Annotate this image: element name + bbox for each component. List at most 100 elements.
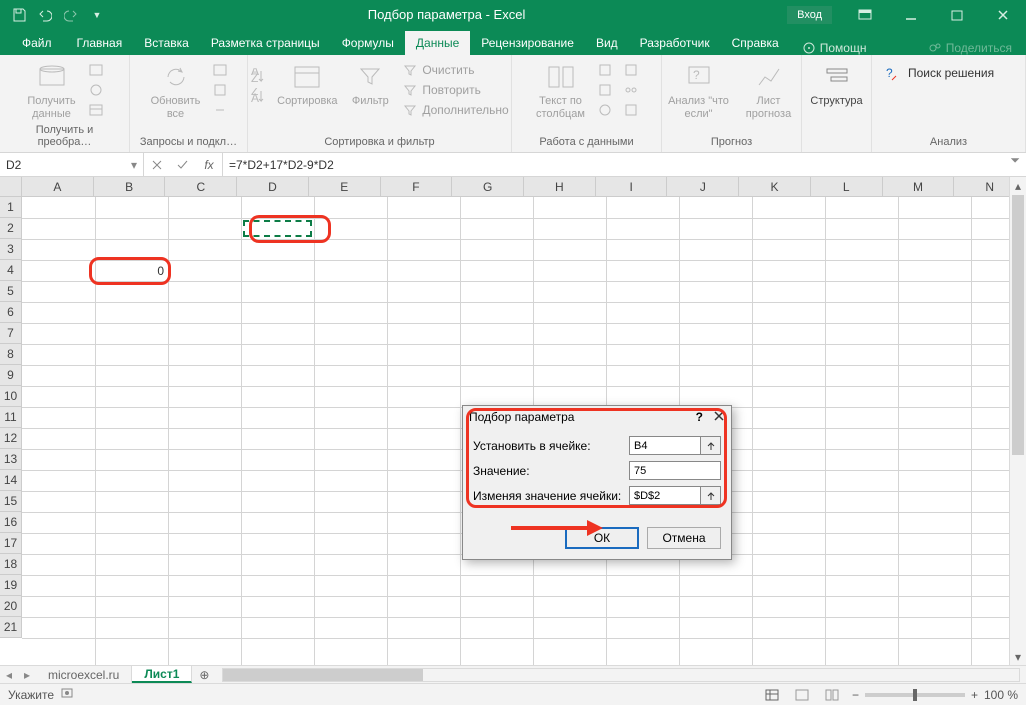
view-layout-icon[interactable]: [792, 687, 812, 703]
row-headers[interactable]: 123456789101112131415161718192021: [0, 197, 22, 638]
view-pagebreak-icon[interactable]: [822, 687, 842, 703]
whatif-button[interactable]: ?Анализ "что если": [665, 59, 733, 120]
relationships-icon[interactable]: [621, 81, 641, 99]
outline-button[interactable]: Структура: [809, 59, 865, 108]
sheet-nav-next[interactable]: ▸: [18, 668, 36, 682]
row-2[interactable]: 2: [0, 218, 21, 239]
row-1[interactable]: 1: [0, 197, 21, 218]
solver-button[interactable]: ?Поиск решения: [880, 59, 1000, 87]
ref-picker-icon-2[interactable]: [701, 486, 721, 505]
sort-button[interactable]: Сортировка: [274, 59, 340, 108]
zoom-in-icon[interactable]: +: [971, 688, 978, 702]
tab-file[interactable]: Файл: [8, 31, 66, 55]
zoom-slider[interactable]: [865, 693, 965, 697]
row-10[interactable]: 10: [0, 386, 21, 407]
row-9[interactable]: 9: [0, 365, 21, 386]
zoom-level[interactable]: 100 %: [984, 688, 1018, 702]
col-I[interactable]: I: [596, 177, 668, 196]
horizontal-scrollbar[interactable]: [222, 668, 1020, 682]
row-4[interactable]: 4: [0, 260, 21, 281]
macro-record-icon[interactable]: [61, 688, 75, 702]
clear-filter[interactable]: Очистить: [400, 61, 510, 79]
consolidate-icon[interactable]: [621, 61, 641, 79]
row-3[interactable]: 3: [0, 239, 21, 260]
edit-links-icon[interactable]: [210, 101, 230, 119]
select-all-button[interactable]: [0, 177, 22, 197]
row-16[interactable]: 16: [0, 512, 21, 533]
sort-az-icon[interactable]: AZ: [248, 67, 268, 85]
formula-input[interactable]: =7*D2+17*D2-9*D2: [223, 153, 1010, 176]
zoom-out-icon[interactable]: −: [852, 688, 859, 702]
sort-za-icon[interactable]: ZA: [248, 87, 268, 105]
col-H[interactable]: H: [524, 177, 596, 196]
row-5[interactable]: 5: [0, 281, 21, 302]
sheet-tab-2[interactable]: Лист1: [132, 666, 192, 683]
tab-developer[interactable]: Разработчик: [629, 31, 721, 55]
col-A[interactable]: A: [22, 177, 94, 196]
flash-fill-icon[interactable]: [595, 61, 615, 79]
manage-data-icon[interactable]: [621, 101, 641, 119]
changing-cell-input[interactable]: [629, 486, 701, 505]
tell-me[interactable]: Помощн: [802, 41, 867, 55]
name-box[interactable]: D2▾: [0, 153, 144, 176]
row-11[interactable]: 11: [0, 407, 21, 428]
set-cell-input[interactable]: [629, 436, 701, 455]
row-20[interactable]: 20: [0, 596, 21, 617]
row-21[interactable]: 21: [0, 617, 21, 638]
col-G[interactable]: G: [452, 177, 524, 196]
tab-data[interactable]: Данные: [405, 31, 470, 55]
data-validation-icon[interactable]: [595, 101, 615, 119]
get-data-button[interactable]: Получить данные: [24, 59, 80, 120]
row-17[interactable]: 17: [0, 533, 21, 554]
value-input[interactable]: [629, 461, 721, 480]
col-F[interactable]: F: [381, 177, 453, 196]
sheet-tab-1[interactable]: microexcel.ru: [36, 666, 132, 683]
row-19[interactable]: 19: [0, 575, 21, 596]
row-13[interactable]: 13: [0, 449, 21, 470]
tab-home[interactable]: Главная: [66, 31, 134, 55]
dialog-close-icon[interactable]: [713, 410, 725, 425]
sheet-nav-prev[interactable]: ◂: [0, 668, 18, 682]
col-K[interactable]: K: [739, 177, 811, 196]
tab-insert[interactable]: Вставка: [133, 31, 200, 55]
row-7[interactable]: 7: [0, 323, 21, 344]
queries-icon[interactable]: [210, 61, 230, 79]
text-to-columns-button[interactable]: Текст по столбцам: [533, 59, 589, 120]
col-D[interactable]: D: [237, 177, 309, 196]
vertical-scrollbar[interactable]: ▴ ▾: [1009, 177, 1026, 665]
fx-icon[interactable]: fx: [196, 158, 222, 172]
ref-picker-icon[interactable]: [701, 436, 721, 455]
add-sheet-icon[interactable]: ⊕: [192, 668, 216, 682]
cancel-formula-icon[interactable]: [144, 160, 170, 170]
tab-review[interactable]: Рецензирование: [470, 31, 585, 55]
qat-dropdown-icon[interactable]: ▼: [88, 6, 106, 24]
tab-formulas[interactable]: Формулы: [331, 31, 405, 55]
filter-button[interactable]: Фильтр: [346, 59, 394, 108]
row-18[interactable]: 18: [0, 554, 21, 575]
row-12[interactable]: 12: [0, 428, 21, 449]
row-15[interactable]: 15: [0, 491, 21, 512]
tab-help[interactable]: Справка: [721, 31, 790, 55]
share-button[interactable]: Поделиться: [928, 41, 1012, 55]
col-B[interactable]: B: [94, 177, 166, 196]
properties-icon[interactable]: [210, 81, 230, 99]
row-8[interactable]: 8: [0, 344, 21, 365]
row-14[interactable]: 14: [0, 470, 21, 491]
undo-icon[interactable]: [36, 6, 54, 24]
col-J[interactable]: J: [667, 177, 739, 196]
remove-dup-icon[interactable]: [595, 81, 615, 99]
reapply-filter[interactable]: Повторить: [400, 81, 510, 99]
cancel-button[interactable]: Отмена: [647, 527, 721, 549]
ribbon-options-icon[interactable]: [842, 0, 888, 29]
from-table-icon[interactable]: [86, 101, 106, 119]
forecast-button[interactable]: Лист прогноза: [739, 59, 799, 120]
close-icon[interactable]: [980, 0, 1026, 29]
cell-b4[interactable]: 0: [96, 261, 168, 281]
col-C[interactable]: C: [165, 177, 237, 196]
col-E[interactable]: E: [309, 177, 381, 196]
col-M[interactable]: M: [883, 177, 955, 196]
view-normal-icon[interactable]: [762, 687, 782, 703]
redo-icon[interactable]: [62, 6, 80, 24]
row-6[interactable]: 6: [0, 302, 21, 323]
maximize-icon[interactable]: [934, 0, 980, 29]
